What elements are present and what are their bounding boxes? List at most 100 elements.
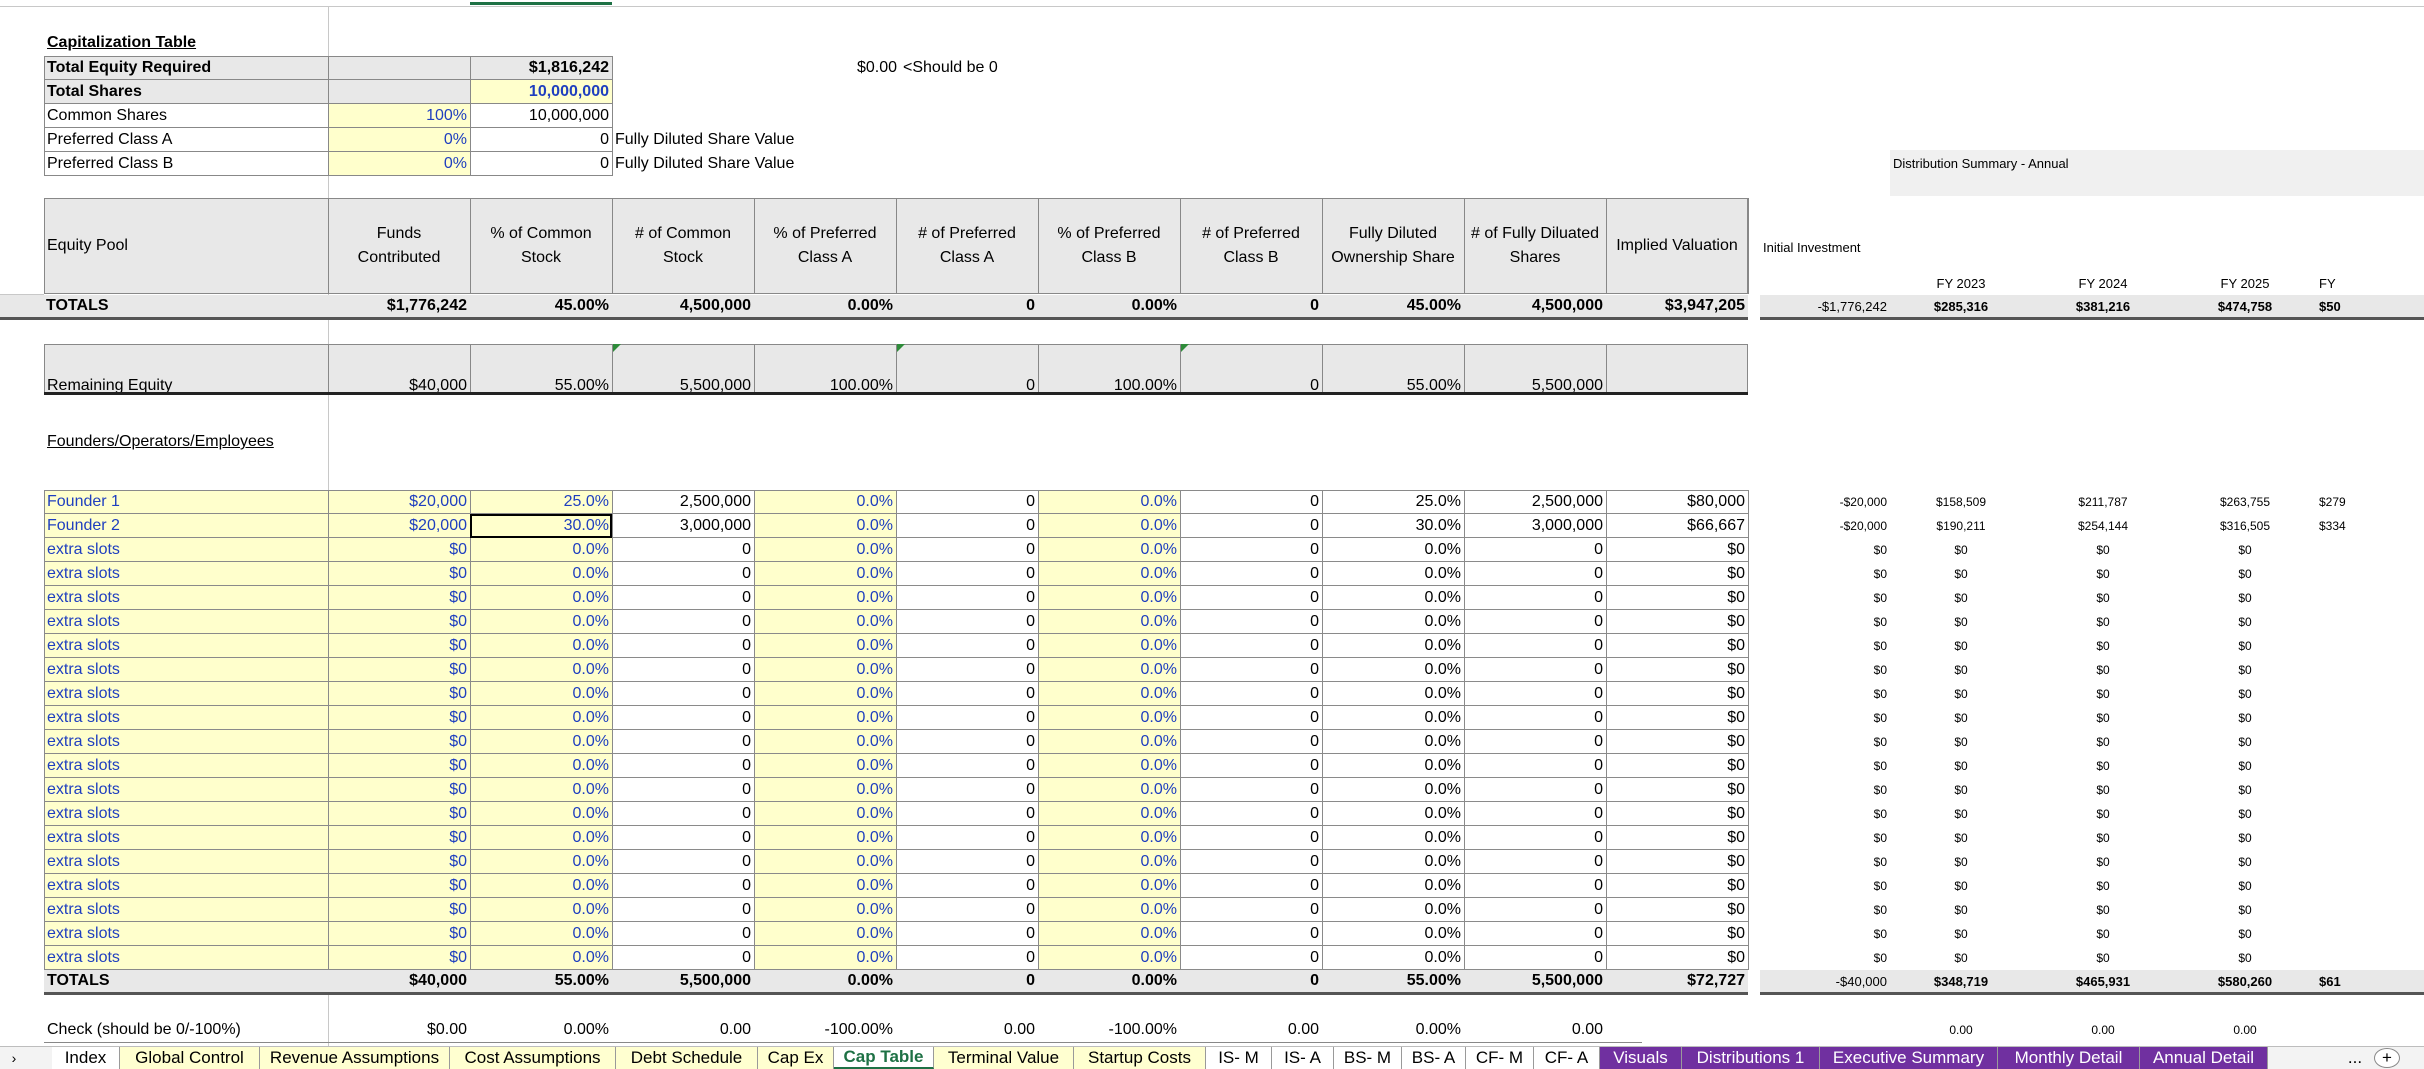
dist-totals-value[interactable]: $474,758 [2174, 295, 2316, 317]
tab-is-m[interactable]: IS- M [1206, 1047, 1272, 1069]
dist-founder-value[interactable]: $0 [1760, 658, 1890, 682]
founder-funds-contributed[interactable]: $0 [328, 634, 470, 658]
founder-pct-pref-b[interactable]: 0.0% [1038, 610, 1180, 634]
founder-equity-pool[interactable]: extra slots [44, 754, 328, 778]
dist-founder-value[interactable]: $0 [2032, 778, 2174, 802]
founder-fully-diluted-share[interactable]: 0.0% [1322, 682, 1464, 706]
dist-founder-value[interactable]: $0 [2174, 610, 2316, 634]
founder-num-fully-diluted[interactable]: 0 [1464, 874, 1606, 898]
founder-pct-pref-a[interactable]: 0.0% [754, 706, 896, 730]
check-pct-common[interactable]: 0.00% [470, 1018, 612, 1042]
founder-implied-valuation[interactable]: $0 [1606, 610, 1748, 634]
founder-funds-contributed[interactable]: $0 [328, 562, 470, 586]
tab-cap-ex[interactable]: Cap Ex [758, 1047, 834, 1069]
dist-founder-value[interactable]: $0 [2032, 562, 2174, 586]
cap-row-label[interactable]: Total Equity Required [44, 56, 328, 79]
tab-startup-costs[interactable]: Startup Costs [1074, 1047, 1206, 1069]
dist-founder-value[interactable] [2316, 898, 2424, 922]
dist-founder-value[interactable]: $0 [2174, 634, 2316, 658]
dist-founder-value[interactable] [2316, 658, 2424, 682]
founder-pct-pref-b[interactable]: 0.0% [1038, 586, 1180, 610]
dist-founder-value[interactable]: $0 [1890, 898, 2032, 922]
founder-num-pref-a[interactable]: 0 [896, 874, 1038, 898]
founder-num-pref-a[interactable]: 0 [896, 922, 1038, 946]
dist-founder-value[interactable] [2316, 922, 2424, 946]
founder-pct-pref-b[interactable]: 0.0% [1038, 946, 1180, 970]
founder-pct-pref-b[interactable]: 0.0% [1038, 682, 1180, 706]
founder-pct-pref-b[interactable]: 0.0% [1038, 898, 1180, 922]
dist-founder-value[interactable]: $0 [1890, 778, 2032, 802]
founder-pct-common[interactable]: 0.0% [470, 562, 612, 586]
founder-num-common[interactable]: 0 [612, 610, 754, 634]
dist-founder-value[interactable] [2316, 946, 2424, 970]
dist-founder-value[interactable] [2316, 586, 2424, 610]
founder-num-pref-a[interactable]: 0 [896, 802, 1038, 826]
dist-founder-value[interactable]: $0 [1760, 562, 1890, 586]
founder-num-pref-a[interactable]: 0 [896, 706, 1038, 730]
founder-num-common[interactable]: 0 [612, 802, 754, 826]
dist-founders-totals-value[interactable]: -$40,000 [1760, 970, 1890, 992]
dist-founder-value[interactable]: $0 [2174, 658, 2316, 682]
cap-row-pct[interactable] [328, 80, 470, 103]
founder-num-pref-b[interactable]: 0 [1180, 514, 1322, 538]
dist-founder-value[interactable]: $0 [2174, 802, 2316, 826]
founder-pct-pref-a[interactable]: 0.0% [754, 754, 896, 778]
founder-num-pref-a[interactable]: 0 [896, 514, 1038, 538]
dist-founder-value[interactable]: $0 [2174, 538, 2316, 562]
dist-founder-value[interactable]: $0 [1760, 610, 1890, 634]
founder-pct-pref-b[interactable]: 0.0% [1038, 658, 1180, 682]
founder-funds-contributed[interactable]: $0 [328, 778, 470, 802]
totals-num-common[interactable]: 4,500,000 [612, 295, 754, 317]
dist-founders-totals-value[interactable]: $465,931 [2032, 970, 2174, 992]
dist-founder-value[interactable]: $0 [1890, 586, 2032, 610]
founder-num-pref-b[interactable]: 0 [1180, 730, 1322, 754]
tab-index[interactable]: Index [52, 1047, 120, 1069]
more-tabs-button[interactable]: ... [2340, 1047, 2370, 1069]
check-equity-pool[interactable]: Check (should be 0/-100%) [44, 1018, 328, 1042]
founder-pct-pref-b[interactable]: 0.0% [1038, 874, 1180, 898]
cap-row-value[interactable]: 0 [470, 152, 612, 175]
founder-equity-pool[interactable]: extra slots [44, 562, 328, 586]
founder-pct-common[interactable]: 0.0% [470, 658, 612, 682]
founder-num-pref-b[interactable]: 0 [1180, 898, 1322, 922]
founder-implied-valuation[interactable]: $0 [1606, 562, 1748, 586]
totals-pct-pref-b[interactable]: 0.00% [1038, 295, 1180, 317]
founders-totals-fully-diluted-share[interactable]: 55.00% [1322, 970, 1464, 992]
dist-founders-totals-value[interactable]: $61 [2316, 970, 2424, 992]
check-num-common[interactable]: 0.00 [612, 1018, 754, 1042]
dist-totals-value[interactable]: $285,316 [1890, 295, 2032, 317]
founder-num-pref-b[interactable]: 0 [1180, 826, 1322, 850]
founder-pct-common[interactable]: 0.0% [470, 634, 612, 658]
dist-founder-value[interactable]: $0 [2032, 538, 2174, 562]
founder-funds-contributed[interactable]: $0 [328, 682, 470, 706]
founders-totals-pct-pref-b[interactable]: 0.00% [1038, 970, 1180, 992]
founder-num-fully-diluted[interactable]: 0 [1464, 778, 1606, 802]
dist-founder-value[interactable]: $0 [2032, 634, 2174, 658]
dist-founder-value[interactable]: $0 [2032, 706, 2174, 730]
founder-pct-common[interactable]: 0.0% [470, 538, 612, 562]
founder-implied-valuation[interactable]: $0 [1606, 802, 1748, 826]
dist-founder-value[interactable]: $0 [2032, 898, 2174, 922]
founder-num-pref-a[interactable]: 0 [896, 826, 1038, 850]
dist-founder-value[interactable]: $0 [2032, 946, 2174, 970]
founder-num-fully-diluted[interactable]: 0 [1464, 562, 1606, 586]
dist-founder-value[interactable]: $211,787 [2032, 490, 2174, 514]
founder-fully-diluted-share[interactable]: 0.0% [1322, 730, 1464, 754]
founder-pct-pref-b[interactable]: 0.0% [1038, 514, 1180, 538]
founder-num-pref-b[interactable]: 0 [1180, 658, 1322, 682]
dist-founder-value[interactable] [2316, 730, 2424, 754]
totals-pct-pref-a[interactable]: 0.00% [754, 295, 896, 317]
check-pct-pref-a[interactable]: -100.00% [754, 1018, 896, 1042]
dist-founder-value[interactable]: $0 [2174, 706, 2316, 730]
dist-founder-value[interactable]: $279 [2316, 490, 2424, 514]
remaining-num-pref-a[interactable]: 0 [896, 344, 1038, 394]
remaining-funds-contributed[interactable]: $40,000 [328, 344, 470, 394]
dist-founder-value[interactable]: $0 [1890, 706, 2032, 730]
tab-debt-schedule[interactable]: Debt Schedule [616, 1047, 758, 1069]
founder-funds-contributed[interactable]: $0 [328, 802, 470, 826]
founders-totals-funds-contributed[interactable]: $40,000 [328, 970, 470, 992]
tab-bs-m[interactable]: BS- M [1334, 1047, 1402, 1069]
dist-founder-value[interactable]: $0 [2032, 922, 2174, 946]
founder-num-fully-diluted[interactable]: 3,000,000 [1464, 514, 1606, 538]
founder-implied-valuation[interactable]: $80,000 [1606, 490, 1748, 514]
